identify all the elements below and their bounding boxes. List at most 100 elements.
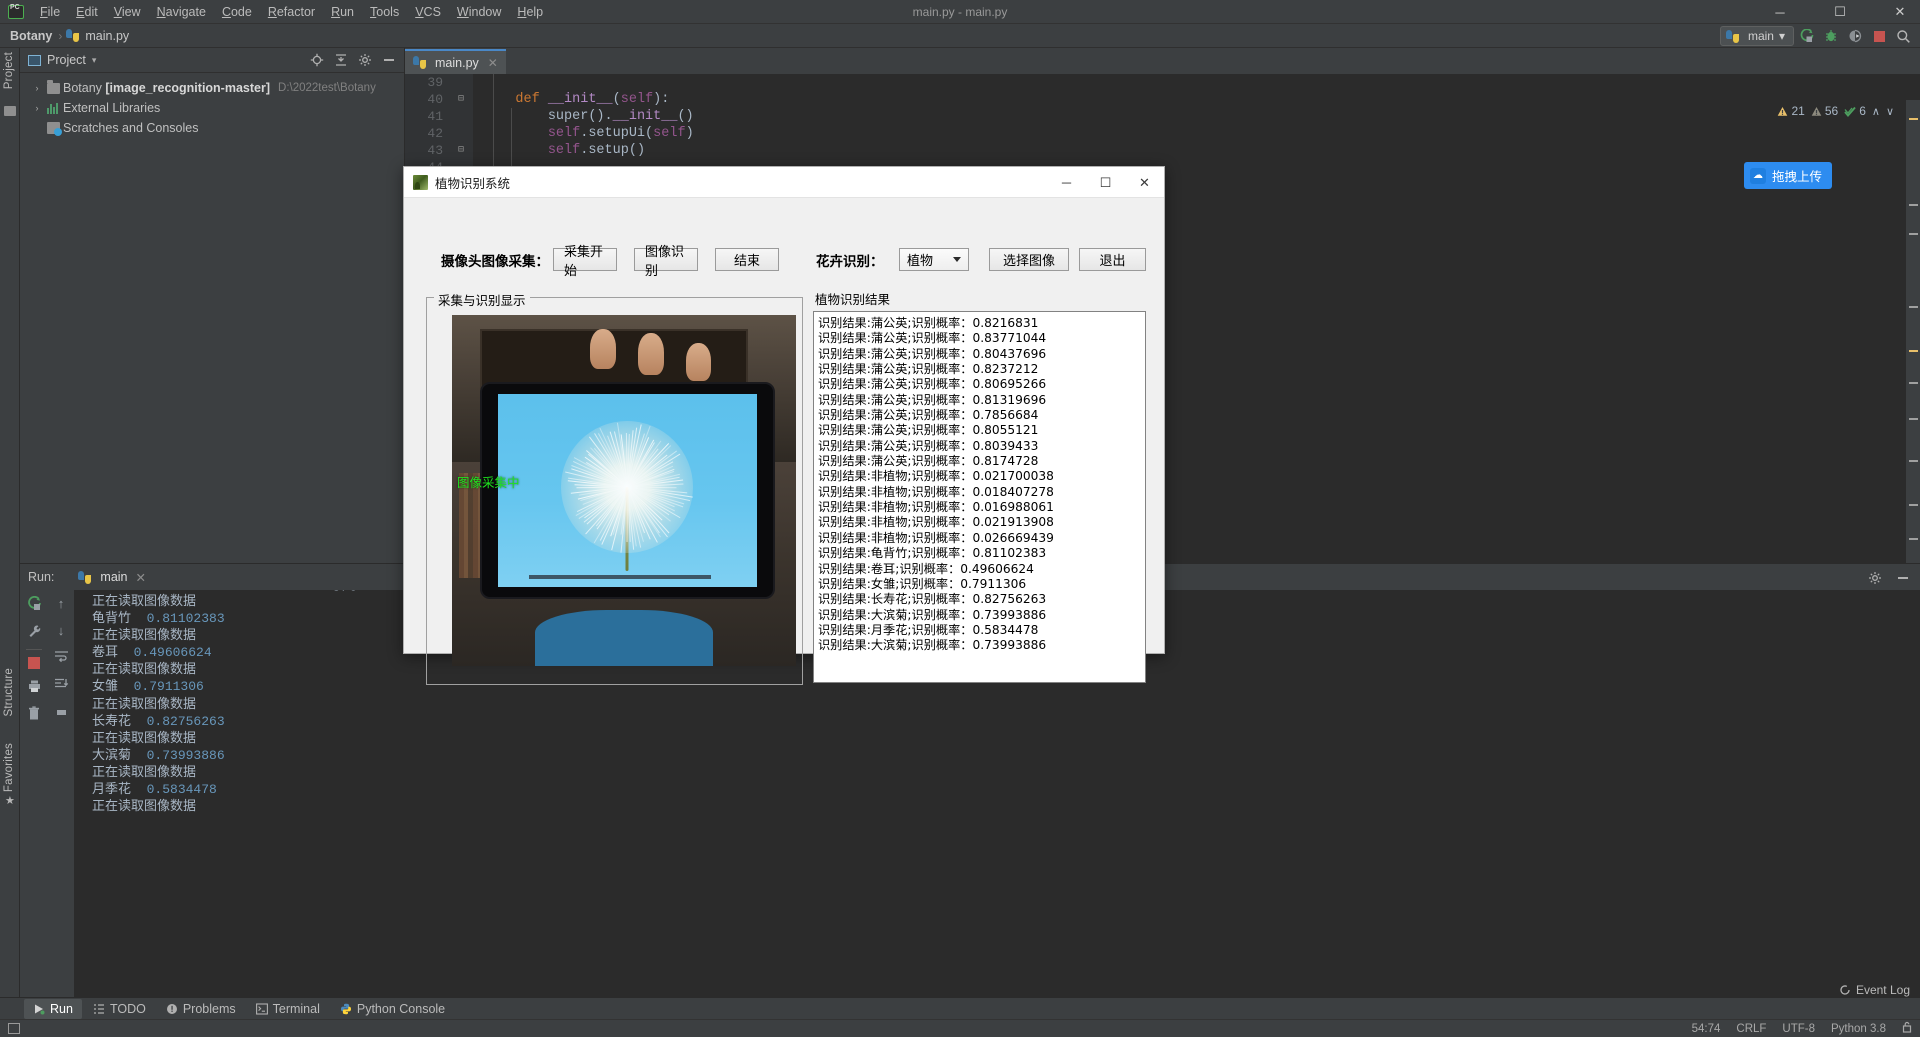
toolwindow-run[interactable]: Run xyxy=(24,999,82,1019)
menu-vcs[interactable]: VCS xyxy=(407,2,449,22)
result-line: 识别结果:长寿花;识别概率：0.82756263 xyxy=(818,592,1145,607)
stop-icon[interactable] xyxy=(1868,26,1890,46)
toolwindow-python-console[interactable]: Python Console xyxy=(331,999,454,1019)
dialog-close-button[interactable]: ✕ xyxy=(1125,167,1164,198)
menu-navigate[interactable]: Navigate xyxy=(149,2,214,22)
trash-icon[interactable] xyxy=(27,706,41,724)
arrow-down-icon[interactable]: ↓ xyxy=(58,623,65,638)
search-icon[interactable] xyxy=(1892,26,1914,46)
tree-item[interactable]: › Botany [image_recognition-master] D:\202… xyxy=(20,78,404,98)
next-problem-icon[interactable]: ∨ xyxy=(1886,105,1894,118)
camera-capture-label: 摄像头图像采集： xyxy=(441,250,549,270)
check-badge[interactable]: 6 xyxy=(1844,104,1866,118)
cloud-upload-icon: ☁ xyxy=(1750,168,1766,184)
sidebar-item-favorites[interactable]: Favorites xyxy=(3,743,15,792)
collapse-all-icon[interactable] xyxy=(330,50,352,70)
warning-badge[interactable]: 21 xyxy=(1777,104,1804,118)
menu-tools[interactable]: Tools xyxy=(362,2,407,22)
project-panel-title[interactable]: Project xyxy=(47,53,86,67)
expand-arrow-icon[interactable]: › xyxy=(30,83,44,93)
menu-run[interactable]: Run xyxy=(323,2,362,22)
code-text: super().__init__() xyxy=(473,108,694,125)
rerun-icon[interactable] xyxy=(27,596,42,614)
tree-item-path: D:\2022test\Botany xyxy=(278,82,376,94)
drag-upload-button[interactable]: ☁ 拖拽上传 xyxy=(1744,162,1832,189)
menu-bar: FileEditViewNavigateCodeRefactorRunTools… xyxy=(0,0,1920,24)
weak-warning-badge[interactable]: 56 xyxy=(1811,104,1838,118)
tree-item[interactable]: Scratches and Consoles xyxy=(20,118,404,138)
end-button[interactable]: 结束 xyxy=(715,248,779,271)
result-line: 识别结果:蒲公英;识别概率：0.83771044 xyxy=(818,331,1145,346)
tab-main-py[interactable]: main.py ✕ xyxy=(405,49,506,74)
event-log-button[interactable]: Event Log xyxy=(1839,983,1910,997)
run-tab-main[interactable]: main ✕ xyxy=(72,568,152,587)
result-line: 识别结果:大滨菊;识别概率：0.73993886 xyxy=(818,638,1145,653)
run-configuration-selector[interactable]: main ▾ xyxy=(1720,26,1794,46)
menu-help[interactable]: Help xyxy=(509,2,551,22)
sidebar-item-project[interactable]: Project xyxy=(3,52,15,89)
category-select[interactable]: 植物 xyxy=(899,248,969,271)
code-fold-icon[interactable]: ⊟ xyxy=(449,91,473,108)
toolwindow-terminal[interactable]: Terminal xyxy=(247,999,329,1019)
menu-window[interactable]: Window xyxy=(449,2,509,22)
select-image-button[interactable]: 选择图像 xyxy=(989,248,1069,271)
hide-panel-icon[interactable] xyxy=(378,50,400,70)
prev-problem-icon[interactable]: ∧ xyxy=(1872,105,1880,118)
breadcrumb-project[interactable]: Botany xyxy=(8,29,54,43)
expand-arrow-icon[interactable]: › xyxy=(30,103,44,113)
toolwindow-problems[interactable]: Problems xyxy=(157,999,245,1019)
code-fold-icon[interactable]: ⊟ xyxy=(449,142,473,159)
dialog-minimize-button[interactable]: ─ xyxy=(1047,167,1086,198)
settings-gear-icon[interactable] xyxy=(354,50,376,70)
soft-wrap-icon[interactable] xyxy=(54,650,69,666)
chevron-down-icon: ▾ xyxy=(1779,29,1785,43)
wrench-icon[interactable] xyxy=(27,624,42,642)
start-capture-button[interactable]: 采集开始 xyxy=(553,248,617,271)
menu-refactor[interactable]: Refactor xyxy=(260,2,323,22)
coverage-icon[interactable] xyxy=(1844,26,1866,46)
line-separator[interactable]: CRLF xyxy=(1736,1023,1766,1035)
file-encoding[interactable]: UTF-8 xyxy=(1782,1023,1815,1035)
toolwindow-todo[interactable]: TODO xyxy=(84,999,155,1019)
menu-file[interactable]: File xyxy=(32,2,68,22)
breadcrumb-file[interactable]: main.py xyxy=(83,29,131,43)
window-maximize-button[interactable]: ☐ xyxy=(1820,0,1860,24)
results-textarea[interactable]: 识别结果:蒲公英;识别概率：0.8216831 识别结果:蒲公英;识别概率：0.8… xyxy=(813,311,1146,683)
print-nav-icon[interactable] xyxy=(55,706,68,722)
caret-position[interactable]: 54:74 xyxy=(1692,1023,1721,1035)
print-icon[interactable] xyxy=(27,679,42,696)
locate-file-icon[interactable] xyxy=(306,50,328,70)
scroll-to-end-icon[interactable] xyxy=(54,678,69,694)
hide-panel-icon[interactable] xyxy=(1892,568,1914,588)
python-interpreter[interactable]: Python 3.8 xyxy=(1831,1023,1886,1035)
layout-toggle-icon[interactable] xyxy=(8,1023,20,1034)
result-line: 识别结果:卷耳;识别概率：0.49606624 xyxy=(818,562,1145,577)
debug-icon[interactable] xyxy=(1820,26,1842,46)
star-icon[interactable]: ★ xyxy=(5,794,15,807)
tree-item-label: Botany [image_recognition-master] xyxy=(63,81,270,95)
arrow-up-icon[interactable]: ↑ xyxy=(58,596,65,611)
tree-item[interactable]: › External Libraries xyxy=(20,98,404,118)
window-minimize-button[interactable]: ─ xyxy=(1760,0,1800,24)
window-close-button[interactable]: ✕ xyxy=(1880,0,1920,24)
inspection-badges[interactable]: 21 56 6 ∧ ∨ xyxy=(1777,104,1894,118)
menu-code[interactable]: Code xyxy=(214,2,260,22)
check-count: 6 xyxy=(1859,104,1866,118)
stop-icon[interactable] xyxy=(28,657,40,669)
settings-gear-icon[interactable] xyxy=(1864,568,1886,588)
sidebar-item-structure[interactable]: Structure xyxy=(3,668,15,716)
image-recognize-button[interactable]: 图像识别 xyxy=(634,248,698,271)
menu-view[interactable]: View xyxy=(106,2,149,22)
dialog-title-bar[interactable]: 植物识别系统 ─ ☐ ✕ xyxy=(404,167,1164,198)
chevron-down-icon[interactable]: ▾ xyxy=(92,55,97,66)
exit-button[interactable]: 退出 xyxy=(1079,248,1146,271)
drag-upload-label: 拖拽上传 xyxy=(1772,166,1822,185)
editor-scrollbar[interactable] xyxy=(1906,100,1920,563)
run-icon[interactable] xyxy=(1796,26,1818,46)
folder-strip-icon[interactable] xyxy=(4,106,16,116)
dialog-maximize-button[interactable]: ☐ xyxy=(1086,167,1125,198)
menu-edit[interactable]: Edit xyxy=(68,2,106,22)
close-icon[interactable]: ✕ xyxy=(488,56,498,70)
close-icon[interactable]: ✕ xyxy=(136,570,146,585)
lock-icon[interactable] xyxy=(1902,1021,1912,1036)
